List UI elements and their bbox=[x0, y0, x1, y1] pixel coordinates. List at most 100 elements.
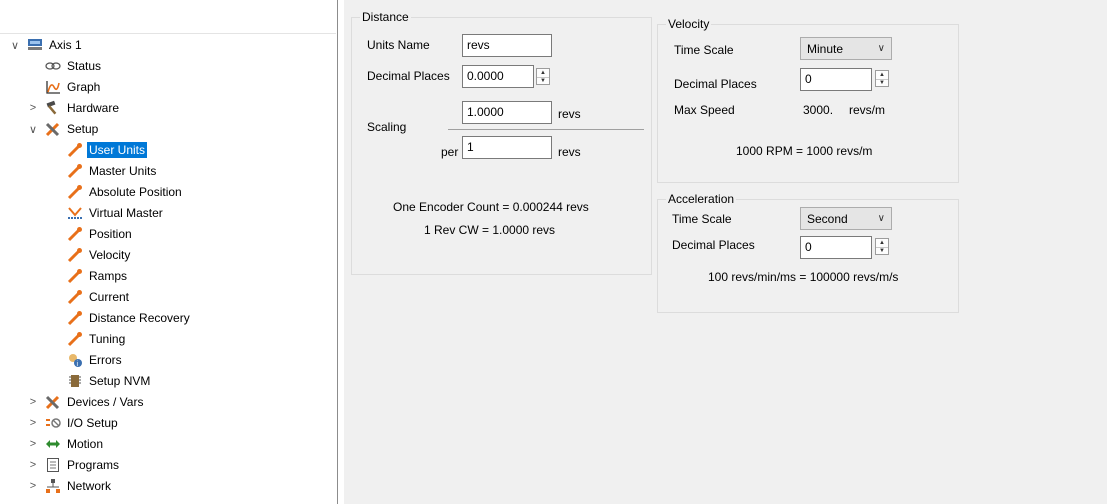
tree-item-label: Position bbox=[89, 227, 132, 241]
distance-decimal-places-spinner[interactable]: ▲ ▼ bbox=[536, 68, 550, 85]
scaling-numerator-unit: revs bbox=[558, 107, 581, 121]
velocity-conversion-text: 1000 RPM = 1000 revs/m bbox=[736, 144, 873, 158]
velocity-decimal-places-field[interactable]: 0 bbox=[800, 68, 872, 91]
encoder-count-text: One Encoder Count = 0.000244 revs bbox=[393, 200, 589, 214]
distance-decimal-places-field[interactable]: 0.0000 bbox=[462, 65, 534, 88]
acceleration-decimal-places-field[interactable]: 0 bbox=[800, 236, 872, 259]
chevron-right-icon[interactable]: > bbox=[26, 396, 40, 408]
settings-panel: Distance Units Name revs Decimal Places … bbox=[344, 0, 1107, 504]
tools-icon bbox=[44, 394, 62, 410]
acceleration-group-title: Acceleration bbox=[666, 192, 737, 206]
scaling-label: Scaling bbox=[367, 120, 407, 134]
tree-item-label: Setup bbox=[67, 122, 99, 136]
tree-item-io-setup[interactable]: > I/O Setup bbox=[26, 413, 120, 433]
tree-item-errors[interactable]: i Errors bbox=[66, 350, 124, 370]
tree-item-label: Axis 1 bbox=[49, 38, 82, 52]
tree-item-label: Network bbox=[67, 479, 112, 493]
project-tree[interactable]: ∨ Axis 1 Status Graph > Hardware ∨ Setup… bbox=[0, 0, 338, 504]
spin-down-icon[interactable]: ▼ bbox=[876, 246, 888, 255]
wrench-icon bbox=[66, 310, 84, 326]
spin-up-icon[interactable]: ▲ bbox=[876, 239, 888, 247]
acceleration-decimal-places-spinner[interactable]: ▲ ▼ bbox=[875, 238, 889, 255]
arrows-icon bbox=[44, 436, 62, 452]
max-speed-value: 3000. bbox=[803, 103, 834, 117]
tree-item-position[interactable]: Position bbox=[66, 224, 134, 244]
max-speed-label: Max Speed bbox=[674, 103, 735, 117]
acceleration-time-scale-select[interactable]: Second ∨ bbox=[800, 207, 892, 230]
spin-up-icon[interactable]: ▲ bbox=[876, 71, 888, 79]
tree-item-hardware[interactable]: > Hardware bbox=[26, 98, 121, 118]
network-icon bbox=[44, 478, 62, 494]
errors-icon: i bbox=[66, 352, 84, 368]
tree-item-ramps[interactable]: Ramps bbox=[66, 266, 129, 286]
chevron-down-icon[interactable]: ∨ bbox=[878, 213, 885, 224]
wrench-icon bbox=[66, 184, 84, 200]
controller-icon bbox=[26, 37, 44, 53]
chevron-right-icon[interactable]: > bbox=[26, 480, 40, 492]
tree-item-label: Tuning bbox=[89, 332, 126, 346]
chevron-right-icon[interactable]: > bbox=[26, 459, 40, 471]
scaling-denominator-field[interactable]: 1 bbox=[462, 136, 552, 159]
tree-item-absolute-position[interactable]: Absolute Position bbox=[66, 182, 184, 202]
tree-item-setup-nvm[interactable]: Setup NVM bbox=[66, 371, 152, 391]
tree-item-user-units[interactable]: User Units bbox=[66, 140, 148, 160]
distance-group-title: Distance bbox=[360, 10, 411, 24]
tree-item-label: Setup NVM bbox=[89, 374, 151, 388]
spin-down-icon[interactable]: ▼ bbox=[876, 78, 888, 87]
tree-item-network[interactable]: > Network bbox=[26, 476, 113, 496]
chevron-down-icon[interactable]: ∨ bbox=[878, 43, 885, 54]
tree-header-area bbox=[0, 0, 336, 34]
tree-item-label: Virtual Master bbox=[89, 206, 163, 220]
wrench-icon bbox=[66, 331, 84, 347]
virtual-master-icon bbox=[66, 205, 84, 221]
spin-down-icon[interactable]: ▼ bbox=[537, 76, 549, 85]
scaling-numerator-field[interactable]: 1.0000 bbox=[462, 101, 552, 124]
tree-item-tuning[interactable]: Tuning bbox=[66, 329, 127, 349]
tree-item-programs[interactable]: > Programs bbox=[26, 455, 121, 475]
scaling-denominator-unit: revs bbox=[558, 145, 581, 159]
tree-item-label: Graph bbox=[67, 80, 101, 94]
chevron-right-icon[interactable]: > bbox=[26, 417, 40, 429]
velocity-time-scale-label: Time Scale bbox=[674, 43, 734, 57]
tree-item-current[interactable]: Current bbox=[66, 287, 131, 307]
acceleration-time-scale-label: Time Scale bbox=[672, 212, 732, 226]
wrench-icon bbox=[66, 142, 84, 158]
velocity-decimal-places-spinner[interactable]: ▲ ▼ bbox=[875, 70, 889, 87]
wrench-icon bbox=[66, 268, 84, 284]
tree-item-label: User Units bbox=[87, 142, 148, 158]
tree-item-label: Motion bbox=[67, 437, 104, 451]
rev-cw-text: 1 Rev CW = 1.0000 revs bbox=[424, 223, 556, 237]
io-icon bbox=[44, 415, 62, 431]
chevron-right-icon[interactable]: > bbox=[26, 438, 40, 450]
tree-item-label: I/O Setup bbox=[67, 416, 118, 430]
memory-chip-icon bbox=[66, 373, 84, 389]
graph-icon bbox=[44, 79, 62, 95]
chevron-down-icon[interactable]: ∨ bbox=[26, 123, 40, 136]
tree-item-distance-recovery[interactable]: Distance Recovery bbox=[66, 308, 192, 328]
tree-item-motion[interactable]: > Motion bbox=[26, 434, 105, 454]
tree-item-axis-1[interactable]: ∨ Axis 1 bbox=[8, 35, 84, 55]
tree-item-virtual-master[interactable]: Virtual Master bbox=[66, 203, 165, 223]
velocity-time-scale-select[interactable]: Minute ∨ bbox=[800, 37, 892, 60]
spin-up-icon[interactable]: ▲ bbox=[537, 69, 549, 77]
wrench-icon bbox=[66, 163, 84, 179]
chevron-down-icon[interactable]: ∨ bbox=[8, 39, 22, 52]
tree-item-velocity[interactable]: Velocity bbox=[66, 245, 132, 265]
tree-item-devices-vars[interactable]: > Devices / Vars bbox=[26, 392, 145, 412]
tree-item-graph[interactable]: Graph bbox=[26, 77, 102, 97]
units-name-field[interactable]: revs bbox=[462, 34, 552, 57]
tree-item-label: Ramps bbox=[89, 269, 128, 283]
decimal-places-label: Decimal Places bbox=[367, 69, 450, 83]
tree-item-label: Programs bbox=[67, 458, 120, 472]
acceleration-decimal-places-label: Decimal Places bbox=[672, 238, 755, 252]
tree-item-master-units[interactable]: Master Units bbox=[66, 161, 158, 181]
chevron-right-icon[interactable]: > bbox=[26, 102, 40, 114]
wrench-icon bbox=[66, 289, 84, 305]
velocity-group-title: Velocity bbox=[666, 17, 712, 31]
tree-item-setup[interactable]: ∨ Setup bbox=[26, 119, 100, 139]
tree-item-status[interactable]: Status bbox=[26, 56, 103, 76]
tree-item-label: Current bbox=[89, 290, 130, 304]
tree-item-label: Hardware bbox=[67, 101, 120, 115]
tree-item-label: Absolute Position bbox=[89, 185, 182, 199]
tools-icon bbox=[44, 121, 62, 137]
